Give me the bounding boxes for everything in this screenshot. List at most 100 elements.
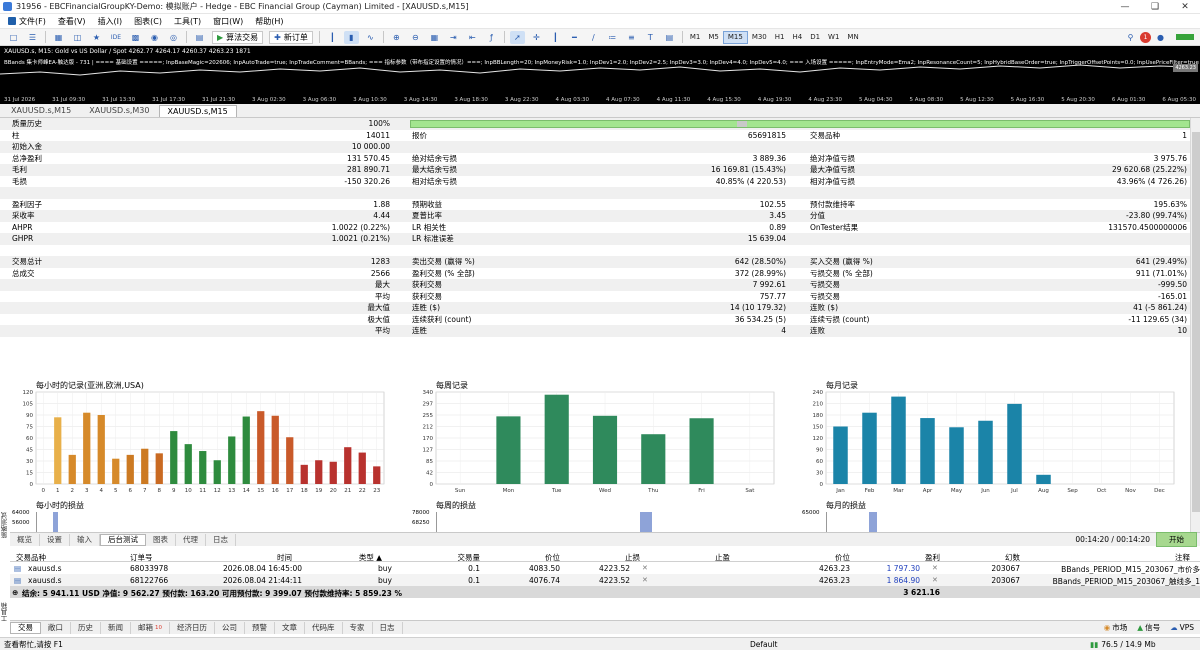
market-watch-icon[interactable]: ▦ [51,31,66,44]
menu-window[interactable]: 窗口(W) [207,16,249,27]
trendline-icon[interactable]: ∕ [586,31,601,44]
algo-trading-button[interactable]: ▶ 算法交易 [212,30,264,44]
crosshair-icon[interactable]: ✛ [529,31,544,44]
toolbox-tab-trade[interactable]: 交易 [10,621,41,634]
toolbox-tab-company[interactable]: 公司 [215,621,245,634]
signals-icon[interactable]: ▲ [1137,623,1143,632]
remove-level-icon[interactable]: ✕ [642,576,648,584]
start-button[interactable]: 开始 [1156,532,1197,547]
backtest-report: 质量历史 100% 柱 14011 报价 65691815 交易品种 1 初始入金 10 00… [0,118,1190,532]
tf-mn[interactable]: MN [843,31,862,44]
trade-row[interactable]: ▤ xauusd.s 68033978 2026.08.04 16:45:00 buy 0… [10,562,1200,574]
menu-tools[interactable]: 工具(T) [168,16,207,27]
tf-w1[interactable]: W1 [824,31,843,44]
grid-icon[interactable]: ▦ [427,31,442,44]
indicators-icon[interactable]: ƒ [484,31,499,44]
tester-tab-overview[interactable]: 概览 [10,533,40,546]
tester-tab-agents[interactable]: 代理 [176,533,206,546]
toolbox-tab-codebase[interactable]: 代码库 [305,621,343,634]
profiles-icon[interactable]: ☰ [25,31,40,44]
tf-h4[interactable]: H4 [788,31,806,44]
tester-tab-journal[interactable]: 日志 [206,533,236,546]
trade-row[interactable]: ▤ xauusd.s 68122766 2026.08.04 21:44:11 buy 0… [10,574,1200,586]
cursor-icon[interactable]: ➚ [509,30,525,44]
title-bar: 31956 - EBCFinancialGroupKY-Demo: 模拟账户 -… [0,0,1200,14]
zoom-out-icon[interactable]: ⊖ [408,31,423,44]
terminal-icon[interactable]: ▩ [128,31,143,44]
bar-chart-icon[interactable]: ┃ [325,31,340,44]
horizontal-line-icon[interactable]: ━ [567,31,582,44]
report-label: 总净盈利 [12,153,42,163]
price-chart[interactable]: XAUUSD.s, M15: Gold vs US Dollar / Spot … [0,46,1200,104]
tf-m5[interactable]: M5 [704,31,723,44]
navigator-icon[interactable]: ★ [89,31,104,44]
tf-m1[interactable]: M1 [686,31,705,44]
x-tick-label: 12 [214,488,221,494]
toolbox-tab-mailbox[interactable]: 邮箱 10 [131,621,170,634]
autoscroll-icon[interactable]: ⇥ [446,31,461,44]
search-icon[interactable]: ⚲ [1123,31,1138,44]
minimize-button[interactable]: — [1110,2,1140,12]
tf-d1[interactable]: D1 [806,31,824,44]
vps-icon[interactable]: ☁ [1170,623,1178,632]
vertical-line-icon[interactable]: ┃ [548,31,563,44]
notification-badge[interactable]: 1 [1140,31,1151,43]
menu-help[interactable]: 帮助(H) [249,16,289,27]
tester-tab-backtest[interactable]: 后台测试 [100,533,146,546]
toolbox-tab-alerts[interactable]: 预警 [245,621,275,634]
fibonacci-icon[interactable]: ≡ [624,31,639,44]
chart-date-label: 3 Aug 10:30 [353,97,387,103]
menu-file[interactable]: 文件(F) [2,16,52,27]
chart-tab[interactable]: XAUUSD.s,M30 [80,104,158,117]
line-chart-icon[interactable]: ∿ [363,31,378,44]
text-icon[interactable]: T [643,31,658,44]
report-row: GHPR 1.0021 (0.21%) LR 标准误差 15 639.04 [0,233,1190,245]
toolbox-tab-journal[interactable]: 日志 [373,621,403,634]
menu-insert[interactable]: 插入(I) [92,16,129,27]
new-chart-icon[interactable]: □ [6,31,21,44]
market-link[interactable]: 市场 [1112,622,1127,633]
bar [184,444,192,484]
report-value: 14 (10 179.32) [730,303,786,313]
chart-tab[interactable]: XAUUSD.s,M15 [2,104,80,117]
toolbox-tab-articles[interactable]: 文章 [275,621,305,634]
data-window-icon[interactable]: ◫ [70,31,85,44]
menu-charts[interactable]: 图表(C) [128,16,168,27]
market-icon[interactable]: ◎ [166,31,181,44]
account-icon[interactable]: ● [1153,31,1168,44]
toolbox-tab-exposure[interactable]: 敞口 [41,621,71,634]
chart-tab-active[interactable]: XAUUSD.s,M15 [158,105,237,117]
summary-collapse-icon[interactable]: ⊕ [12,588,18,597]
toolbox-tab-calendar[interactable]: 经济日历 [170,621,215,634]
tester-tab-graph[interactable]: 图表 [146,533,176,546]
menu-view[interactable]: 查看(V) [52,16,92,27]
vps-link[interactable]: VPS [1180,623,1194,632]
window-tile-icon[interactable]: ▤ [192,31,207,44]
channel-icon[interactable]: ≔ [605,31,620,44]
tester-tab-settings[interactable]: 设置 [40,533,70,546]
tf-m30[interactable]: M30 [748,31,771,44]
remove-level-icon[interactable]: ✕ [932,576,938,584]
scrollbar-thumb[interactable] [1192,132,1200,512]
shapes-icon[interactable]: ▤ [662,31,677,44]
zoom-in-icon[interactable]: ⊕ [389,31,404,44]
tf-h1[interactable]: H1 [771,31,789,44]
remove-level-icon[interactable]: ✕ [642,564,648,572]
new-order-button[interactable]: ✚ 新订单 [269,30,313,44]
tester-tab-inputs[interactable]: 输入 [70,533,100,546]
market-icon[interactable]: ◉ [1104,623,1111,632]
toolbox-tab-experts[interactable]: 专家 [343,621,373,634]
tf-m15[interactable]: M15 [722,30,748,44]
close-button[interactable]: ✕ [1170,2,1200,12]
chart-shift-icon[interactable]: ⇤ [465,31,480,44]
candles-icon[interactable]: ▮ [343,30,359,44]
ide-icon[interactable]: IDE [108,31,124,44]
remove-level-icon[interactable]: ✕ [932,564,938,572]
toolbox-tab-history[interactable]: 历史 [71,621,101,634]
restore-button[interactable]: ❑ [1140,2,1170,12]
report-scrollbar[interactable] [1190,118,1200,532]
bar [286,437,294,484]
signals-link[interactable]: 信号 [1145,622,1160,633]
toolbox-tab-news[interactable]: 新闻 [101,621,131,634]
strategy-tester-icon[interactable]: ◉ [147,31,162,44]
